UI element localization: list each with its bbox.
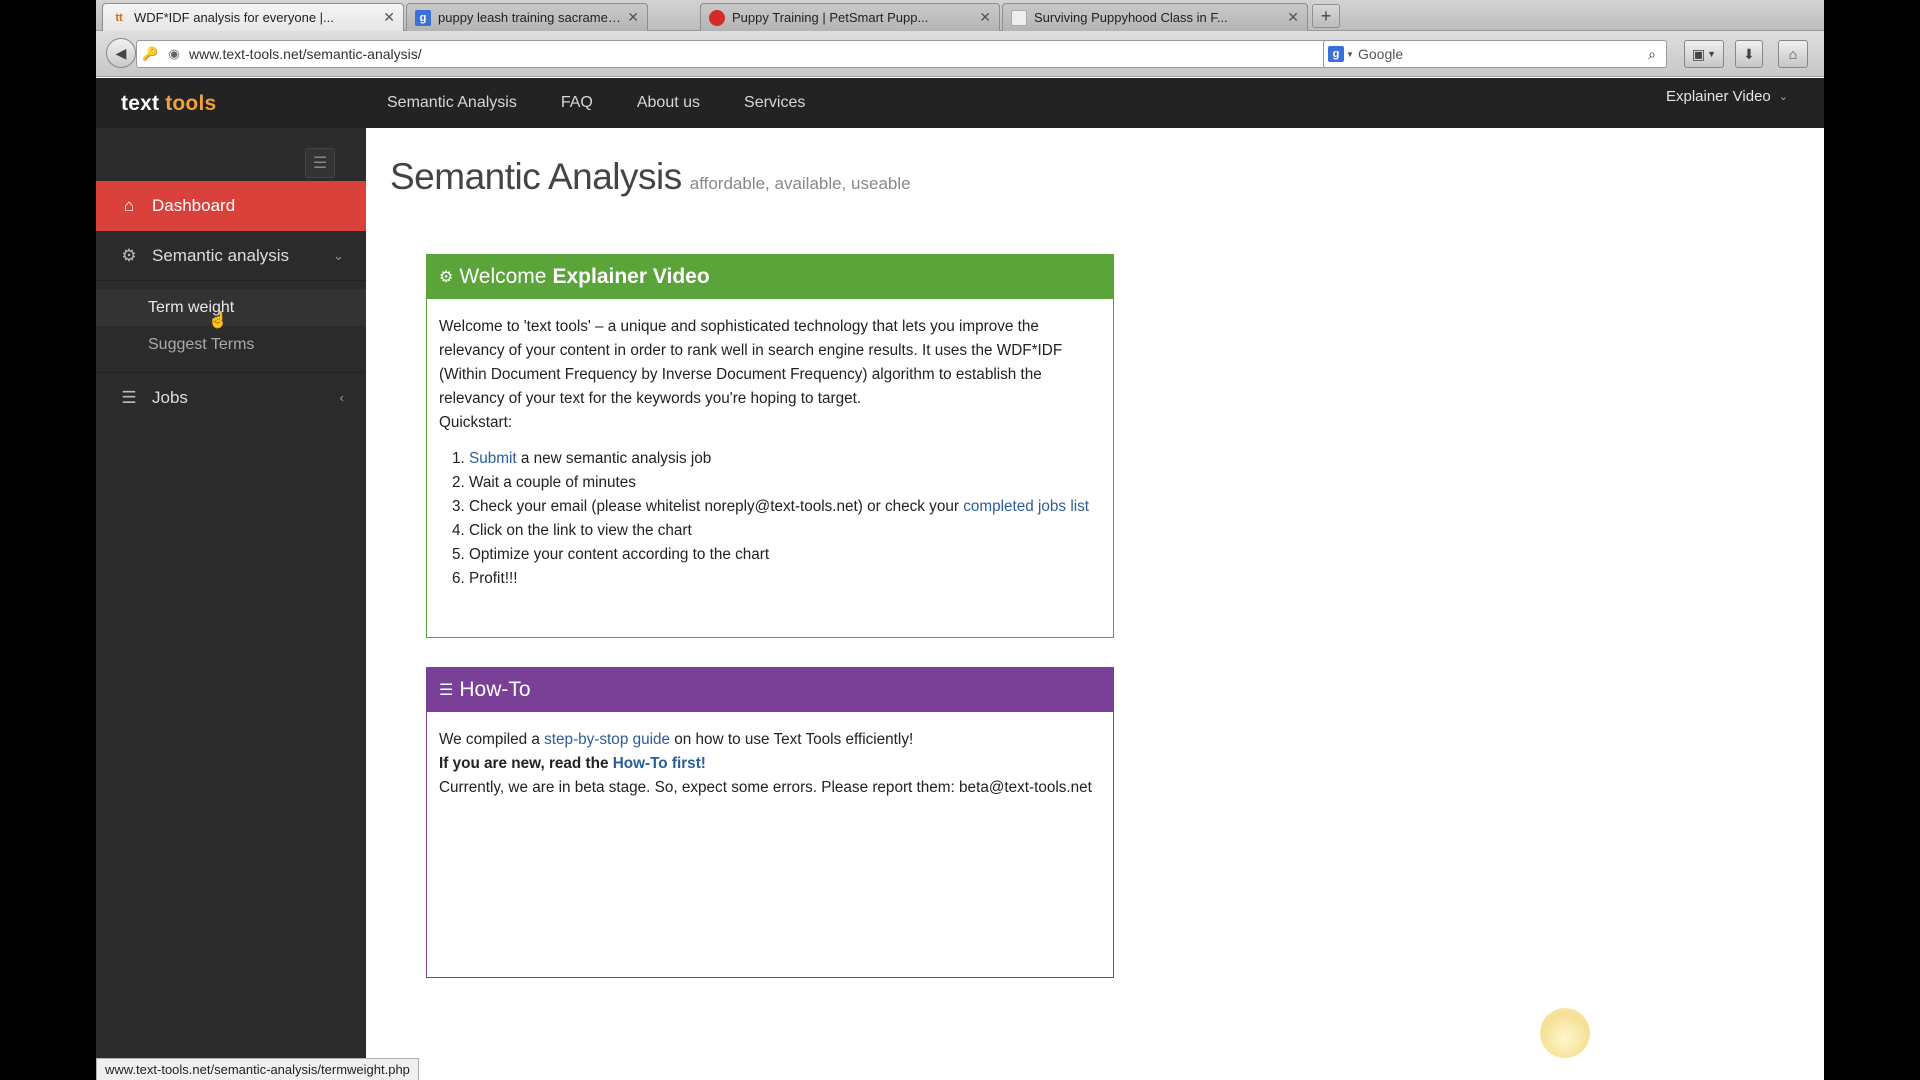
browser-window: tt WDF*IDF analysis for everyone |... ✕ … (96, 0, 1824, 1080)
welcome-title: Welcome (459, 265, 547, 288)
cogs-icon: ⚙ (439, 269, 454, 286)
quickstart-steps: Submit a new semantic analysis job Wait … (439, 447, 1101, 591)
main-content: Semantic Analysis affordable, available,… (366, 128, 1824, 1080)
cogs-icon: ⚙ (121, 245, 137, 265)
page-heading: Semantic Analysis affordable, available,… (390, 156, 911, 198)
howto-panel-header: ☰ How-To (427, 668, 1113, 712)
text-tools-logo[interactable]: text tools (121, 92, 216, 116)
user-menu-label: Explainer Video (1665, 88, 1771, 105)
completed-jobs-link[interactable]: completed jobs list (963, 498, 1089, 515)
list-item: Profit!!! (469, 567, 1101, 591)
sidebar-item-label: Dashboard (152, 196, 236, 215)
tab-title: WDF*IDF analysis for everyone |... (134, 10, 334, 25)
window-icon: ▣ (1691, 45, 1706, 62)
howto-line-guide: We compiled a step-by-stop guide on how … (439, 731, 914, 748)
browser-tab-petsmart[interactable]: Puppy Training | PetSmart Pupp... ✕ (700, 3, 1000, 31)
home-icon: ⌂ (123, 196, 135, 215)
search-icon[interactable]: ⌕ (1638, 46, 1666, 63)
welcome-panel-body: Welcome to 'text tools' – a unique and s… (427, 299, 1113, 591)
welcome-intro-text: Welcome to 'text tools' – a unique and s… (439, 318, 1063, 407)
submit-link[interactable]: Submit (469, 450, 517, 467)
howto-first-link[interactable]: How-To first! (613, 755, 706, 772)
tab-title: Surviving Puppyhood Class in F... (1034, 10, 1228, 25)
blank-page-favicon-icon (1011, 9, 1027, 26)
howto-line-new: If you are new, read the How-To first! (439, 755, 706, 772)
navigation-toolbar: ◀ 🔑 ◉ www.text-tools.net/semantic-analys… (96, 31, 1824, 77)
petsmart-favicon-icon (709, 9, 725, 26)
sidebar-item-dashboard[interactable]: ⌂ Dashboard (96, 181, 366, 231)
site-header: text tools Semantic Analysis FAQ About u… (96, 78, 1824, 128)
hamburger-icon: ☰ (312, 155, 328, 172)
top-navigation: Semantic Analysis FAQ About us Services (387, 78, 849, 128)
sidebar-subitem-term-weight[interactable]: Term weight (96, 289, 366, 326)
download-arrow-icon: ⬇ (1743, 45, 1755, 62)
nav-link-services[interactable]: Services (744, 94, 805, 112)
close-tab-icon[interactable]: ✕ (627, 9, 639, 26)
url-text[interactable]: www.text-tools.net/semantic-analysis/ (185, 46, 1336, 62)
chevron-down-icon: ▼ (1707, 49, 1717, 59)
welcome-panel-header: ⚙ Welcome Explainer Video (427, 255, 1113, 299)
list-item: Click on the link to view the chart (469, 519, 1101, 543)
page-title: Semantic Analysis (390, 156, 682, 197)
google-engine-icon: g (1328, 46, 1345, 62)
quickstart-label: Quickstart: (439, 414, 513, 431)
browser-tab-google-search[interactable]: g puppy leash training sacrament... ✕ (406, 3, 648, 31)
sidebar-toggle-button[interactable]: ☰ (305, 148, 335, 178)
text-tools-favicon-icon: tt (115, 11, 123, 24)
logo-accent-text: tools (165, 92, 217, 115)
back-button[interactable]: ◀ (106, 38, 136, 68)
welcome-title-bold: Explainer Video (552, 265, 710, 288)
list-icon: ☰ (439, 682, 454, 699)
nav-link-about-us[interactable]: About us (637, 94, 700, 112)
sidebar-item-label: Jobs (152, 387, 188, 407)
decorative-glow (1540, 1008, 1590, 1058)
browser-tab-surviving-puppyhood[interactable]: Surviving Puppyhood Class in F... ✕ (1002, 3, 1308, 31)
sidebar: ☰ ⌂ Dashboard ⚙ Semantic analysis ⌄ Term… (96, 128, 366, 1080)
tab-title: Puppy Training | PetSmart Pupp... (732, 10, 929, 25)
nav-link-semantic-analysis[interactable]: Semantic Analysis (387, 94, 517, 112)
beta-notice: Currently, we are in beta stage. So, exp… (439, 779, 1092, 796)
user-menu-dropdown[interactable]: Explainer Video ⌄ (1666, 88, 1788, 105)
tab-strip: tt WDF*IDF analysis for everyone |... ✕ … (96, 0, 1824, 31)
sidebar-subitem-suggest-terms[interactable]: Suggest Terms (96, 326, 366, 363)
address-bar[interactable]: 🔑 ◉ www.text-tools.net/semantic-analysis… (136, 40, 1404, 68)
list-icon: ☰ (121, 387, 137, 407)
list-item: Check your email (please whitelist norep… (469, 495, 1101, 519)
status-bar: www.text-tools.net/semantic-analysis/ter… (96, 1058, 419, 1080)
howto-panel-body: We compiled a step-by-stop guide on how … (427, 712, 1113, 800)
guide-link[interactable]: step-by-stop guide (544, 731, 670, 748)
tab-title: puppy leash training sacrament... (438, 10, 622, 25)
chevron-down-icon: ⌄ (333, 247, 344, 263)
page-subtitle: affordable, available, useable (689, 174, 911, 193)
chevron-left-icon: ‹ (339, 390, 344, 405)
chevron-down-icon: ⌄ (1778, 91, 1788, 103)
google-favicon-icon: g (415, 9, 431, 26)
home-button[interactable]: ⌂ (1778, 40, 1808, 68)
sidebar-item-label: Semantic analysis (152, 245, 290, 265)
search-engine-selector[interactable]: g ▼ (1324, 46, 1358, 62)
close-tab-icon[interactable]: ✕ (1287, 9, 1299, 26)
close-tab-icon[interactable]: ✕ (979, 9, 991, 26)
browser-tab-text-tools[interactable]: tt WDF*IDF analysis for everyone |... ✕ (102, 3, 404, 31)
list-item: Submit a new semantic analysis job (469, 447, 1101, 471)
tools-icon[interactable]: 🔑 (142, 46, 158, 62)
hand-cursor-icon: ☝ (208, 312, 228, 329)
welcome-panel: ⚙ Welcome Explainer Video Welcome to 'te… (426, 254, 1114, 638)
downloads-button[interactable]: ⬇ (1735, 40, 1763, 68)
logo-text: text (121, 92, 160, 115)
howto-panel: ☰ How-To We compiled a step-by-stop guid… (426, 667, 1114, 978)
search-placeholder[interactable]: Google (1358, 46, 1638, 62)
list-item: Optimize your content according to the c… (469, 543, 1101, 567)
home-icon: ⌂ (1788, 46, 1798, 62)
close-tab-icon[interactable]: ✕ (383, 9, 395, 26)
site-identity-icon[interactable]: ◉ (169, 46, 180, 62)
sidebar-item-jobs[interactable]: ☰ Jobs ‹ (96, 372, 366, 422)
new-tab-button[interactable]: + (1312, 4, 1340, 28)
howto-title: How-To (459, 678, 531, 701)
list-item: Wait a couple of minutes (469, 471, 1101, 495)
sidebar-item-semantic-analysis[interactable]: ⚙ Semantic analysis ⌄ (96, 231, 366, 281)
search-bar[interactable]: g ▼ Google ⌕ (1323, 40, 1667, 68)
nav-link-faq[interactable]: FAQ (561, 94, 593, 112)
toolbar-menu-button[interactable]: ▣ ▼ (1684, 40, 1724, 68)
